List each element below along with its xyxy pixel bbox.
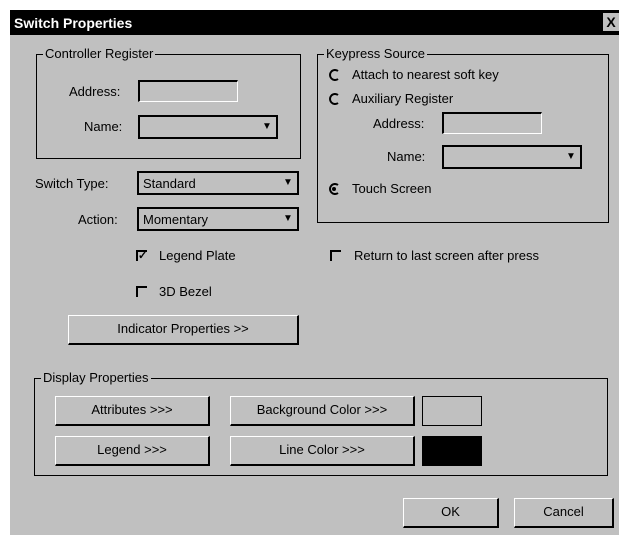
- cancel-button-label: Cancel: [543, 504, 584, 519]
- cancel-button[interactable]: Cancel: [514, 498, 614, 528]
- ok-button[interactable]: OK: [403, 498, 499, 528]
- background-color-swatch[interactable]: [422, 396, 482, 426]
- legend-plate-checkbox[interactable]: ✓: [136, 250, 148, 262]
- radio-auxiliary-register[interactable]: [328, 93, 340, 105]
- ok-button-label: OK: [441, 504, 460, 519]
- window-title: Switch Properties: [14, 15, 133, 31]
- controller-name-select[interactable]: ▼: [138, 115, 278, 139]
- auxiliary-register-label[interactable]: Auxiliary Register: [352, 91, 453, 106]
- name-label: Name:: [84, 119, 123, 134]
- keypress-source-legend: Keypress Source: [324, 46, 427, 61]
- attach-soft-key-label[interactable]: Attach to nearest soft key: [352, 67, 499, 82]
- switch-type-select[interactable]: Standard ▼: [137, 171, 299, 195]
- bezel-3d-checkbox[interactable]: [136, 286, 147, 297]
- line-color-button[interactable]: Line Color >>>: [230, 436, 415, 466]
- touch-screen-label[interactable]: Touch Screen: [352, 181, 432, 196]
- attributes-button-label: Attributes >>>: [91, 402, 173, 417]
- chevron-down-icon[interactable]: ▼: [260, 119, 274, 135]
- display-properties-group: Display Properties Attributes >>> Legend…: [34, 370, 608, 476]
- return-last-screen-checkbox[interactable]: [330, 250, 341, 261]
- chevron-down-icon[interactable]: ▼: [281, 175, 295, 191]
- chevron-down-icon[interactable]: ▼: [564, 149, 578, 165]
- close-icon: X: [606, 14, 616, 30]
- checkmark-icon: ✓: [138, 250, 148, 262]
- background-color-button-label: Background Color >>>: [256, 402, 388, 417]
- switch-type-value: Standard: [143, 176, 196, 191]
- bezel-3d-label[interactable]: 3D Bezel: [159, 284, 212, 299]
- controller-register-group: Controller Register Address: Name: ▼: [36, 46, 301, 159]
- background-color-button[interactable]: Background Color >>>: [230, 396, 415, 426]
- aux-name-select[interactable]: ▼: [442, 145, 582, 169]
- attributes-button[interactable]: Attributes >>>: [55, 396, 210, 426]
- address-label: Address:: [69, 84, 121, 99]
- title-bar[interactable]: Switch Properties X: [10, 10, 619, 35]
- aux-name-label: Name:: [387, 149, 426, 164]
- indicator-properties-button[interactable]: Indicator Properties >>: [68, 315, 299, 345]
- line-color-swatch[interactable]: [422, 436, 482, 466]
- legend-button[interactable]: Legend >>>: [55, 436, 210, 466]
- indicator-properties-label: Indicator Properties >>: [117, 321, 249, 336]
- line-color-button-label: Line Color >>>: [279, 442, 365, 457]
- return-last-screen-label[interactable]: Return to last screen after press: [354, 248, 539, 263]
- radio-attach-soft-key[interactable]: [328, 69, 340, 81]
- action-select[interactable]: Momentary ▼: [137, 207, 299, 231]
- aux-address-field[interactable]: [442, 112, 542, 134]
- switch-type-label: Switch Type:: [35, 176, 109, 191]
- keypress-source-group: Keypress Source Attach to nearest soft k…: [317, 46, 609, 223]
- display-properties-legend: Display Properties: [41, 370, 151, 385]
- radio-touch-screen[interactable]: [328, 183, 340, 195]
- close-button[interactable]: X: [603, 13, 619, 31]
- action-label: Action:: [78, 212, 118, 227]
- chevron-down-icon[interactable]: ▼: [281, 211, 295, 227]
- switch-properties-dialog: Switch Properties X Controller Register …: [10, 10, 619, 535]
- legend-button-label: Legend >>>: [97, 442, 167, 457]
- action-value: Momentary: [143, 212, 209, 227]
- aux-address-label: Address:: [373, 116, 425, 131]
- legend-plate-label[interactable]: Legend Plate: [159, 248, 236, 263]
- controller-register-legend: Controller Register: [43, 46, 156, 61]
- controller-address-field[interactable]: [138, 80, 238, 102]
